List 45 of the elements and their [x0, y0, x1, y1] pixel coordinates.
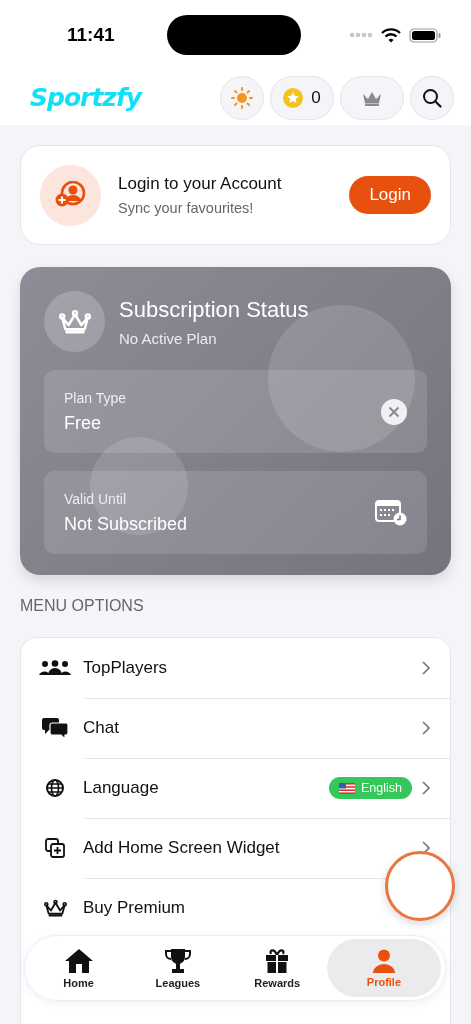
calendar-clock-icon [375, 498, 407, 527]
menu-item[interactable]: TopPlayers [83, 658, 168, 678]
subscription-title: Subscription Status [119, 296, 309, 323]
language-badge: English [329, 777, 412, 799]
menu-item[interactable]: Chat [83, 718, 119, 738]
star-coin-icon [283, 87, 304, 108]
sun-icon [231, 86, 253, 109]
login-title: Login to your Account [118, 174, 282, 194]
search-icon [422, 87, 442, 108]
battery-icon [409, 27, 441, 43]
person-icon [371, 948, 396, 973]
globe-icon [46, 779, 64, 797]
field-value: Not Subscribed [64, 513, 188, 535]
login-button[interactable]: Login [349, 176, 431, 214]
tab[interactable]: Leagues [128, 939, 228, 997]
theme-button[interactable] [220, 75, 264, 120]
menu-item[interactable]: Add Home Screen Widget [83, 838, 280, 858]
clock-time: 11:41 [67, 24, 116, 46]
gift-icon [265, 947, 290, 974]
field-label: Plan Type [64, 389, 126, 406]
add-user-icon [54, 181, 87, 209]
subscription-subtitle: No Active Plan [119, 329, 218, 347]
close-icon [381, 398, 407, 425]
wifi-icon [381, 27, 401, 43]
app-logo: Sportzfy [30, 83, 142, 112]
tab[interactable]: Rewards [227, 939, 327, 997]
add-widget-icon [45, 838, 65, 858]
crown-icon [43, 898, 67, 918]
premium-button[interactable] [340, 75, 404, 120]
field-value: Free [64, 412, 102, 434]
menu-item[interactable]: Buy Premium [83, 898, 186, 918]
crown-icon [58, 308, 91, 335]
coins-button[interactable]: 0 [270, 75, 334, 120]
field-label: Valid Until [64, 490, 127, 507]
signal-icon [349, 32, 373, 38]
search-button[interactable] [410, 75, 454, 120]
flag-icon [339, 782, 355, 794]
menu-item[interactable]: Language [83, 778, 159, 798]
home-icon [63, 947, 94, 974]
section-heading: MENU OPTIONS [20, 597, 145, 615]
login-subtitle: Sync your favourites! [118, 200, 255, 216]
tab[interactable]: Home [29, 939, 129, 997]
chat-bubbles-icon [42, 717, 68, 739]
people-icon [39, 660, 71, 676]
trophy-icon [164, 947, 191, 974]
